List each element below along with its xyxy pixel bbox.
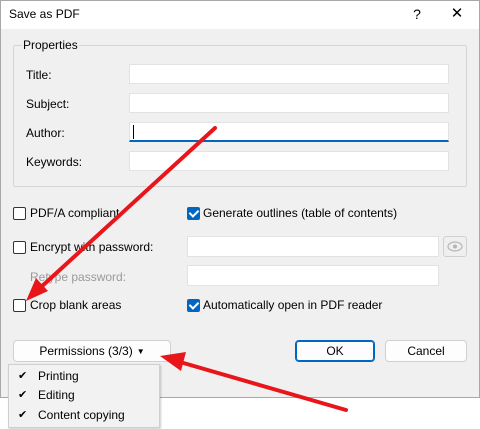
checkmark-icon: ✔	[18, 370, 28, 382]
password-field[interactable]	[187, 236, 439, 257]
generate-outlines-checkbox[interactable]	[187, 207, 200, 220]
eye-icon	[447, 241, 463, 252]
author-field[interactable]	[129, 122, 449, 142]
subject-label: Subject:	[26, 97, 70, 111]
permissions-label: Permissions (3/3)	[39, 344, 133, 358]
cancel-button[interactable]: Cancel	[385, 340, 467, 362]
generate-outlines-label[interactable]: Generate outlines (table of contents)	[203, 206, 397, 220]
crop-blank-checkbox[interactable]	[13, 299, 26, 312]
author-label: Author:	[26, 126, 65, 140]
title-bar: Save as PDF ? ✕	[1, 1, 479, 29]
crop-blank-label[interactable]: Crop blank areas	[30, 298, 121, 312]
subject-field[interactable]	[129, 93, 449, 113]
ok-button[interactable]: OK	[295, 340, 375, 362]
chevron-down-icon: ▼	[136, 346, 145, 356]
menu-item-printing[interactable]: ✔ Printing	[9, 367, 159, 387]
title-field[interactable]	[129, 64, 449, 84]
permissions-button[interactable]: Permissions (3/3) ▼	[13, 340, 171, 362]
checkmark-icon: ✔	[18, 409, 28, 421]
menu-item-label: Content copying	[38, 408, 125, 422]
auto-open-label[interactable]: Automatically open in PDF reader	[203, 298, 382, 312]
retype-password-label: Retype password:	[30, 270, 127, 284]
menu-item-content-copying[interactable]: ✔ Content copying	[9, 406, 159, 426]
checkmark-icon: ✔	[18, 389, 28, 401]
show-password-button[interactable]	[443, 236, 467, 257]
auto-open-checkbox[interactable]	[187, 299, 200, 312]
dialog-title: Save as PDF	[9, 7, 80, 21]
menu-item-label: Editing	[38, 388, 75, 402]
menu-item-label: Printing	[38, 369, 79, 383]
pdfa-checkbox[interactable]	[13, 207, 26, 220]
keywords-field[interactable]	[129, 151, 449, 171]
encrypt-checkbox[interactable]	[13, 241, 26, 254]
encrypt-label[interactable]: Encrypt with password:	[30, 240, 153, 254]
help-button[interactable]: ?	[405, 3, 429, 25]
text-caret	[133, 125, 134, 139]
keywords-label: Keywords:	[26, 155, 83, 169]
pdfa-label[interactable]: PDF/A compliant	[30, 206, 119, 220]
permissions-menu: ✔ Printing ✔ Editing ✔ Content copying	[8, 364, 160, 428]
menu-item-editing[interactable]: ✔ Editing	[9, 386, 159, 406]
title-label: Title:	[26, 68, 52, 82]
close-button[interactable]: ✕	[443, 3, 471, 25]
retype-password-field[interactable]	[187, 265, 439, 286]
properties-legend: Properties	[22, 38, 79, 52]
